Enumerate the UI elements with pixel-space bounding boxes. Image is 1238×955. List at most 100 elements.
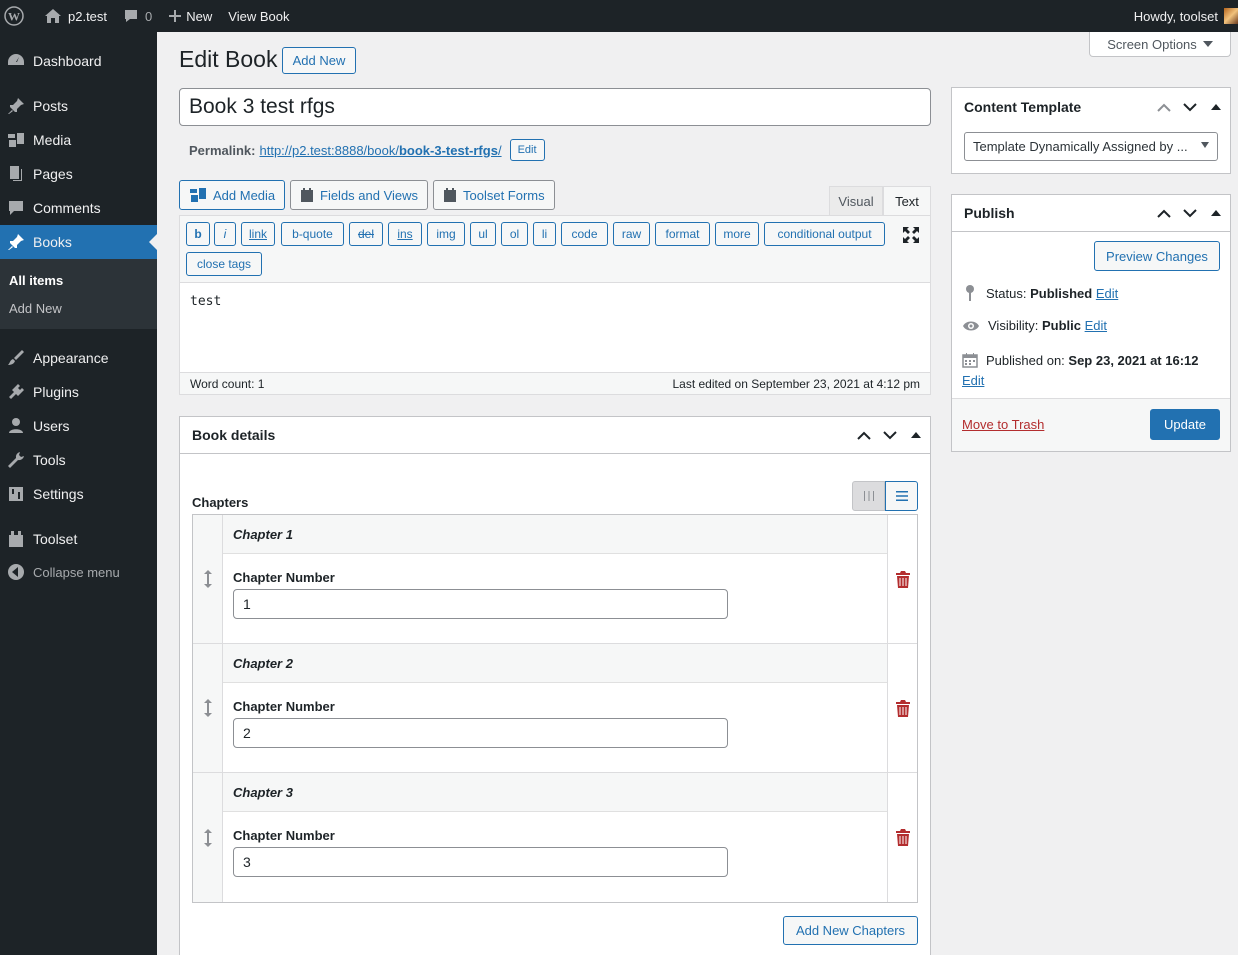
delete-chapter-button[interactable] bbox=[887, 773, 917, 902]
qt-link-button[interactable]: link bbox=[241, 222, 275, 246]
submenu-all-items[interactable]: All items bbox=[9, 273, 63, 288]
sidebar-item-media[interactable]: Media bbox=[0, 123, 157, 157]
chapter-title: Chapter 3 bbox=[223, 773, 887, 812]
editor-status-bar: Word count: 1 Last edited on September 2… bbox=[179, 372, 931, 395]
site-name-link[interactable]: p2.test bbox=[34, 0, 115, 32]
move-down-icon[interactable] bbox=[1182, 99, 1198, 115]
tab-visual[interactable]: Visual bbox=[829, 186, 883, 216]
trash-icon bbox=[895, 829, 910, 846]
qt-italic-button[interactable]: i bbox=[214, 222, 236, 246]
qt-format-button[interactable]: format bbox=[655, 222, 710, 246]
collapse-menu-button[interactable]: Collapse menu bbox=[0, 555, 157, 589]
fullscreen-icon[interactable] bbox=[902, 226, 920, 247]
sidebar-item-label: Dashboard bbox=[33, 53, 102, 69]
pin-icon bbox=[6, 96, 26, 116]
content-textarea[interactable]: test bbox=[190, 294, 221, 309]
sidebar-item-comments[interactable]: Comments bbox=[0, 191, 157, 225]
published-on-row: Published on: Sep 23, 2021 at 16:12 bbox=[962, 352, 1199, 368]
drag-handle-icon[interactable] bbox=[193, 515, 223, 643]
wordpress-logo-icon[interactable]: W bbox=[0, 0, 34, 32]
content-template-select[interactable]: Template Dynamically Assigned by ... bbox=[964, 132, 1218, 161]
sidebar-item-posts[interactable]: Posts bbox=[0, 89, 157, 123]
visibility-label: Visibility: bbox=[988, 318, 1039, 333]
drag-handle-icon[interactable] bbox=[193, 773, 223, 902]
brush-icon bbox=[6, 348, 26, 368]
table-layout-icon[interactable] bbox=[852, 481, 885, 511]
major-publishing-actions: Move to Trash Update bbox=[952, 398, 1230, 451]
toolset-forms-button[interactable]: Toolset Forms bbox=[433, 180, 555, 210]
move-up-icon[interactable] bbox=[1156, 99, 1172, 115]
box-controls bbox=[1156, 195, 1224, 231]
fields-and-views-button[interactable]: Fields and Views bbox=[290, 180, 429, 210]
media-icon bbox=[6, 130, 26, 150]
permalink-link[interactable]: http://p2.test:8888/book/book-3-test-rfg… bbox=[259, 143, 501, 158]
update-button[interactable]: Update bbox=[1150, 409, 1220, 440]
comments-link[interactable]: 0 bbox=[115, 0, 160, 32]
visibility-edit-link[interactable]: Edit bbox=[1085, 318, 1107, 333]
permalink-edit-button[interactable]: Edit bbox=[509, 139, 545, 161]
qt-bold-button[interactable]: b bbox=[186, 222, 210, 246]
qt-raw-button[interactable]: raw bbox=[613, 222, 650, 246]
toggle-panel-icon[interactable] bbox=[1208, 99, 1224, 115]
toggle-panel-icon[interactable] bbox=[908, 427, 924, 443]
status-edit-link[interactable]: Edit bbox=[1096, 286, 1118, 301]
qt-conditional-output-button[interactable]: conditional output bbox=[764, 222, 885, 246]
plug-icon bbox=[6, 382, 26, 402]
move-up-icon[interactable] bbox=[1156, 205, 1172, 221]
delete-chapter-button[interactable] bbox=[887, 515, 917, 643]
drag-handle-icon[interactable] bbox=[193, 644, 223, 772]
sidebar-item-appearance[interactable]: Appearance bbox=[0, 341, 157, 375]
qt-close-tags-button[interactable]: close tags bbox=[186, 252, 262, 276]
visibility-value: Public bbox=[1041, 318, 1081, 333]
tab-text[interactable]: Text bbox=[883, 186, 931, 216]
publish-box: Publish Preview Changes Status: Publishe… bbox=[951, 194, 1231, 452]
view-book-link[interactable]: View Book bbox=[220, 0, 297, 32]
box-controls bbox=[856, 417, 924, 453]
qt-del-button[interactable]: del bbox=[349, 222, 383, 246]
qt-ul-button[interactable]: ul bbox=[470, 222, 496, 246]
chapter-number-input[interactable]: 1 bbox=[233, 589, 728, 619]
sidebar-item-plugins[interactable]: Plugins bbox=[0, 375, 157, 409]
list-layout-icon[interactable] bbox=[885, 481, 918, 511]
qt-img-button[interactable]: img bbox=[427, 222, 465, 246]
new-content-link[interactable]: New bbox=[160, 0, 220, 32]
published-edit-link[interactable]: Edit bbox=[962, 373, 984, 388]
sidebar-item-books[interactable]: Books bbox=[0, 225, 157, 259]
sidebar-item-toolset[interactable]: Toolset bbox=[0, 522, 157, 556]
qt-li-button[interactable]: li bbox=[533, 222, 556, 246]
move-to-trash-link[interactable]: Move to Trash bbox=[962, 417, 1044, 432]
sidebar-item-label: Appearance bbox=[33, 350, 109, 366]
move-down-icon[interactable] bbox=[1182, 205, 1198, 221]
chapter-number-input[interactable]: 3 bbox=[233, 847, 728, 877]
submenu-add-new[interactable]: Add New bbox=[9, 301, 62, 316]
qt-more-button[interactable]: more bbox=[715, 222, 759, 246]
sidebar-item-label: Comments bbox=[33, 200, 101, 216]
qt-ol-button[interactable]: ol bbox=[501, 222, 528, 246]
sidebar-item-tools[interactable]: Tools bbox=[0, 443, 157, 477]
qt-code-button[interactable]: code bbox=[561, 222, 608, 246]
chapter-number-label: Chapter Number bbox=[233, 570, 335, 585]
move-down-icon[interactable] bbox=[882, 427, 898, 443]
avatar bbox=[1224, 8, 1238, 24]
qt-ins-button[interactable]: ins bbox=[388, 222, 422, 246]
book-details-header: Book details bbox=[180, 417, 930, 454]
sidebar-item-pages[interactable]: Pages bbox=[0, 157, 157, 191]
add-new-button[interactable]: Add New bbox=[282, 47, 356, 74]
sidebar-item-label: Posts bbox=[33, 98, 69, 114]
my-account[interactable]: Howdy, toolset bbox=[1134, 0, 1238, 32]
add-new-chapters-button[interactable]: Add New Chapters bbox=[783, 916, 918, 945]
content-template-selected: Template Dynamically Assigned by ... bbox=[973, 139, 1188, 154]
add-media-button[interactable]: Add Media bbox=[179, 180, 286, 210]
post-title-input[interactable]: Book 3 test rfgs bbox=[179, 88, 931, 126]
qt-bquote-button[interactable]: b-quote bbox=[281, 222, 344, 246]
screen-options-button[interactable]: Screen Options bbox=[1089, 32, 1231, 57]
sidebar-item-users[interactable]: Users bbox=[0, 409, 157, 443]
fields-views-icon bbox=[301, 188, 313, 202]
toggle-panel-icon[interactable] bbox=[1208, 205, 1224, 221]
sidebar-item-dashboard[interactable]: Dashboard bbox=[0, 44, 157, 78]
delete-chapter-button[interactable] bbox=[887, 644, 917, 772]
preview-changes-button[interactable]: Preview Changes bbox=[1094, 241, 1220, 271]
move-up-icon[interactable] bbox=[856, 427, 872, 443]
sidebar-item-settings[interactable]: Settings bbox=[0, 477, 157, 511]
chapter-number-input[interactable]: 2 bbox=[233, 718, 728, 748]
